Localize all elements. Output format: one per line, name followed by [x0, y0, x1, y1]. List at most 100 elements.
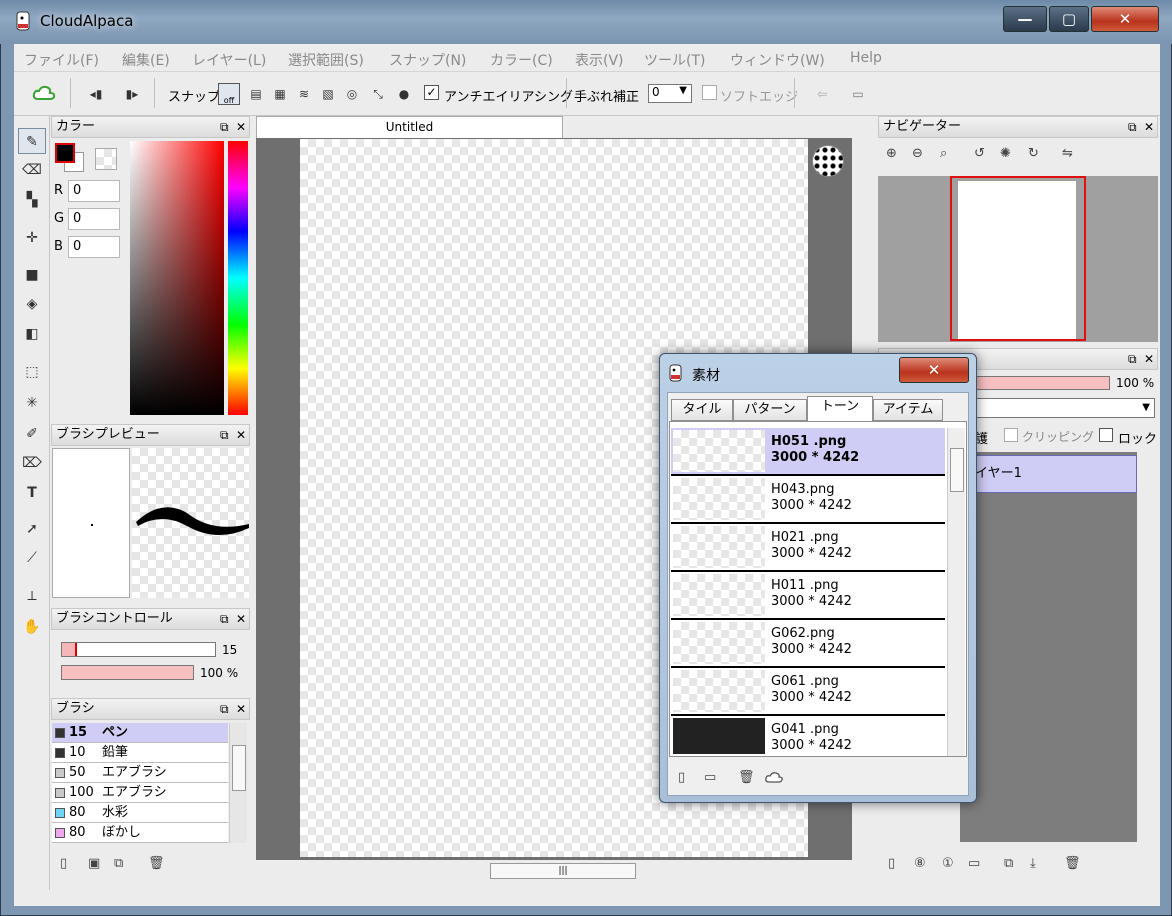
- snap-parallel-icon[interactable]: ▤: [246, 84, 266, 104]
- undo-icon[interactable]: ◂▮: [86, 84, 106, 104]
- menu-file[interactable]: ファイル(F): [24, 50, 99, 70]
- new-brush-icon[interactable]: ▯: [60, 856, 67, 871]
- select-pen-tool-icon[interactable]: ✐: [18, 421, 46, 447]
- folder-icon[interactable]: ▭: [704, 770, 716, 785]
- menu-help[interactable]: Help: [850, 50, 882, 66]
- dialog-close-button[interactable]: ✕: [899, 357, 969, 383]
- snap-grid-icon[interactable]: ▦: [270, 84, 290, 104]
- line-tool-icon[interactable]: ⟋: [18, 545, 46, 571]
- close-panel-icon[interactable]: ✕: [236, 117, 246, 137]
- snap-circle-icon[interactable]: ◎: [342, 84, 362, 104]
- float-panel-icon[interactable]: ⧉: [1128, 117, 1137, 137]
- zoom-fit-icon[interactable]: ⌕: [940, 146, 947, 161]
- select-arrow-tool-icon[interactable]: ➚: [18, 516, 46, 542]
- close-panel-icon[interactable]: ✕: [1144, 349, 1154, 369]
- new-material-icon[interactable]: ▯: [678, 770, 685, 785]
- rotate-left-icon[interactable]: ↺: [974, 146, 985, 161]
- transparent-color-swatch[interactable]: [95, 148, 117, 170]
- snap-curve-icon[interactable]: ≋: [294, 84, 314, 104]
- float-panel-icon[interactable]: ⧉: [1128, 349, 1137, 369]
- title-bar[interactable]: [0, 0, 1172, 44]
- flip-icon[interactable]: ⇋: [1062, 146, 1073, 161]
- hand-tool-icon[interactable]: ✋: [18, 614, 46, 640]
- tab-tone[interactable]: トーン: [807, 396, 873, 422]
- rotate-reset-icon[interactable]: ✺: [1000, 146, 1011, 161]
- brush-item[interactable]: 50 エアブラシ: [52, 763, 228, 783]
- blend-mode-select[interactable]: ▼: [960, 398, 1155, 418]
- g-input[interactable]: 0: [68, 208, 120, 230]
- magic-wand-tool-icon[interactable]: ✳: [18, 390, 46, 416]
- soft-edge-checkbox[interactable]: [702, 85, 717, 100]
- navigator-preview[interactable]: [878, 176, 1158, 342]
- zoom-out-icon[interactable]: ⊖: [912, 146, 923, 161]
- close-panel-icon[interactable]: ✕: [236, 609, 246, 629]
- clipping-checkbox[interactable]: [1004, 428, 1018, 442]
- tab-tile[interactable]: タイル: [671, 399, 733, 421]
- menu-selection[interactable]: 選択範囲(S): [288, 50, 364, 70]
- snap-dot-icon[interactable]: ●: [394, 84, 414, 104]
- float-panel-icon[interactable]: ⧉: [220, 425, 229, 445]
- export-icon[interactable]: ⇦: [812, 84, 832, 104]
- hue-slider[interactable]: [228, 141, 248, 415]
- rotate-right-icon[interactable]: ↻: [1028, 146, 1039, 161]
- trash-icon[interactable]: 🗑: [148, 856, 165, 871]
- redo-icon[interactable]: ▮▸: [122, 84, 142, 104]
- material-item[interactable]: H021 .png 3000 * 4242: [671, 524, 945, 572]
- cloud-icon[interactable]: [32, 84, 56, 102]
- brush-item[interactable]: 15 ペン: [52, 723, 228, 743]
- brush-list-scrollbar[interactable]: [229, 723, 247, 843]
- material-item[interactable]: G061 .png 3000 * 4242: [671, 668, 945, 716]
- trash-icon[interactable]: 🗑: [1064, 856, 1081, 871]
- navigator-viewport-box[interactable]: [950, 176, 1086, 341]
- r-input[interactable]: 0: [68, 180, 120, 202]
- menu-color[interactable]: カラー(C): [490, 50, 553, 70]
- gradient-tool-icon[interactable]: ◧: [18, 321, 46, 347]
- antialias-checkbox[interactable]: ✓: [424, 85, 439, 100]
- zoom-in-icon[interactable]: ⊕: [886, 146, 897, 161]
- tab-item[interactable]: アイテム: [873, 399, 943, 421]
- scrollbar-thumb[interactable]: [232, 745, 246, 791]
- material-list-scrollbar[interactable]: [947, 428, 965, 756]
- pen-tool-icon[interactable]: ✎: [18, 128, 46, 154]
- eraser-tool-icon[interactable]: ⌫: [18, 157, 46, 183]
- brush-size-handle[interactable]: [75, 643, 77, 656]
- layer-row[interactable]: イヤー1: [960, 455, 1137, 493]
- brush-item[interactable]: 80 水彩: [52, 803, 228, 823]
- new-8bit-layer-icon[interactable]: ⑧: [914, 856, 926, 871]
- new-folder-icon[interactable]: ▭: [968, 856, 980, 871]
- b-input[interactable]: 0: [68, 236, 120, 258]
- menu-snap[interactable]: スナップ(N): [389, 50, 466, 70]
- rect-select-tool-icon[interactable]: ⬚: [18, 359, 46, 385]
- cloud-icon[interactable]: [764, 770, 784, 784]
- close-panel-icon[interactable]: ✕: [236, 425, 246, 445]
- menu-edit[interactable]: 編集(E): [122, 50, 170, 70]
- scrollbar-thumb[interactable]: [950, 448, 964, 492]
- brush-item[interactable]: 80 ぼかし: [52, 823, 228, 843]
- stabilizer-select[interactable]: 0 ▼: [648, 84, 692, 103]
- lock-checkbox[interactable]: [1099, 428, 1113, 442]
- menu-window[interactable]: ウィンドウ(W): [730, 50, 825, 70]
- canvas-rotation-knob[interactable]: [812, 145, 844, 177]
- trash-icon[interactable]: 🗑: [738, 770, 755, 785]
- folder-icon[interactable]: ▭: [848, 84, 868, 104]
- snap-point-icon[interactable]: ⤡: [368, 84, 388, 104]
- select-eraser-tool-icon[interactable]: ⌦: [18, 450, 46, 476]
- canvas-horizontal-scrollbar[interactable]: |||: [256, 860, 870, 882]
- material-item[interactable]: H051 .png 3000 * 4242: [671, 428, 945, 476]
- float-panel-icon[interactable]: ⧉: [220, 117, 229, 137]
- fill-rect-tool-icon[interactable]: ■: [18, 262, 46, 288]
- eyedropper-tool-icon[interactable]: ⟂: [18, 583, 46, 609]
- saturation-value-picker[interactable]: [130, 141, 224, 415]
- new-layer-icon[interactable]: ▯: [888, 856, 895, 871]
- close-panel-icon[interactable]: ✕: [236, 699, 246, 719]
- brush-opacity-slider[interactable]: [61, 665, 194, 680]
- minimize-button[interactable]: —: [1003, 6, 1047, 32]
- layer-opacity-slider[interactable]: [960, 376, 1110, 390]
- duplicate-layer-icon[interactable]: ⧉: [1004, 856, 1013, 871]
- material-item[interactable]: G041 .png 3000 * 4242: [671, 716, 945, 756]
- material-item[interactable]: G062.png 3000 * 4242: [671, 620, 945, 668]
- float-panel-icon[interactable]: ⧉: [220, 699, 229, 719]
- move-tool-icon[interactable]: ✛: [18, 225, 46, 251]
- menu-layer[interactable]: レイヤー(L): [192, 50, 266, 70]
- brush-size-slider[interactable]: [61, 642, 216, 657]
